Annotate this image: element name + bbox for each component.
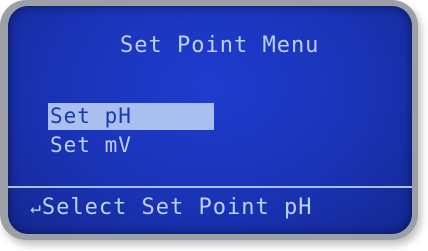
menu-item-set-mv[interactable]: Set mV [48, 132, 136, 159]
status-divider [8, 186, 412, 188]
lcd-screen: Set Point Menu Set pH Set mV ↵ Select Se… [8, 6, 412, 234]
status-bar: ↵ Select Set Point pH [30, 195, 313, 220]
device-bezel: Set Point Menu Set pH Set mV ↵ Select Se… [0, 0, 418, 240]
menu-title: Set Point Menu [120, 33, 320, 58]
status-text: Select Set Point pH [41, 195, 313, 220]
menu-item-set-ph[interactable]: Set pH [48, 103, 214, 130]
enter-arrow-icon: ↵ [30, 197, 41, 218]
